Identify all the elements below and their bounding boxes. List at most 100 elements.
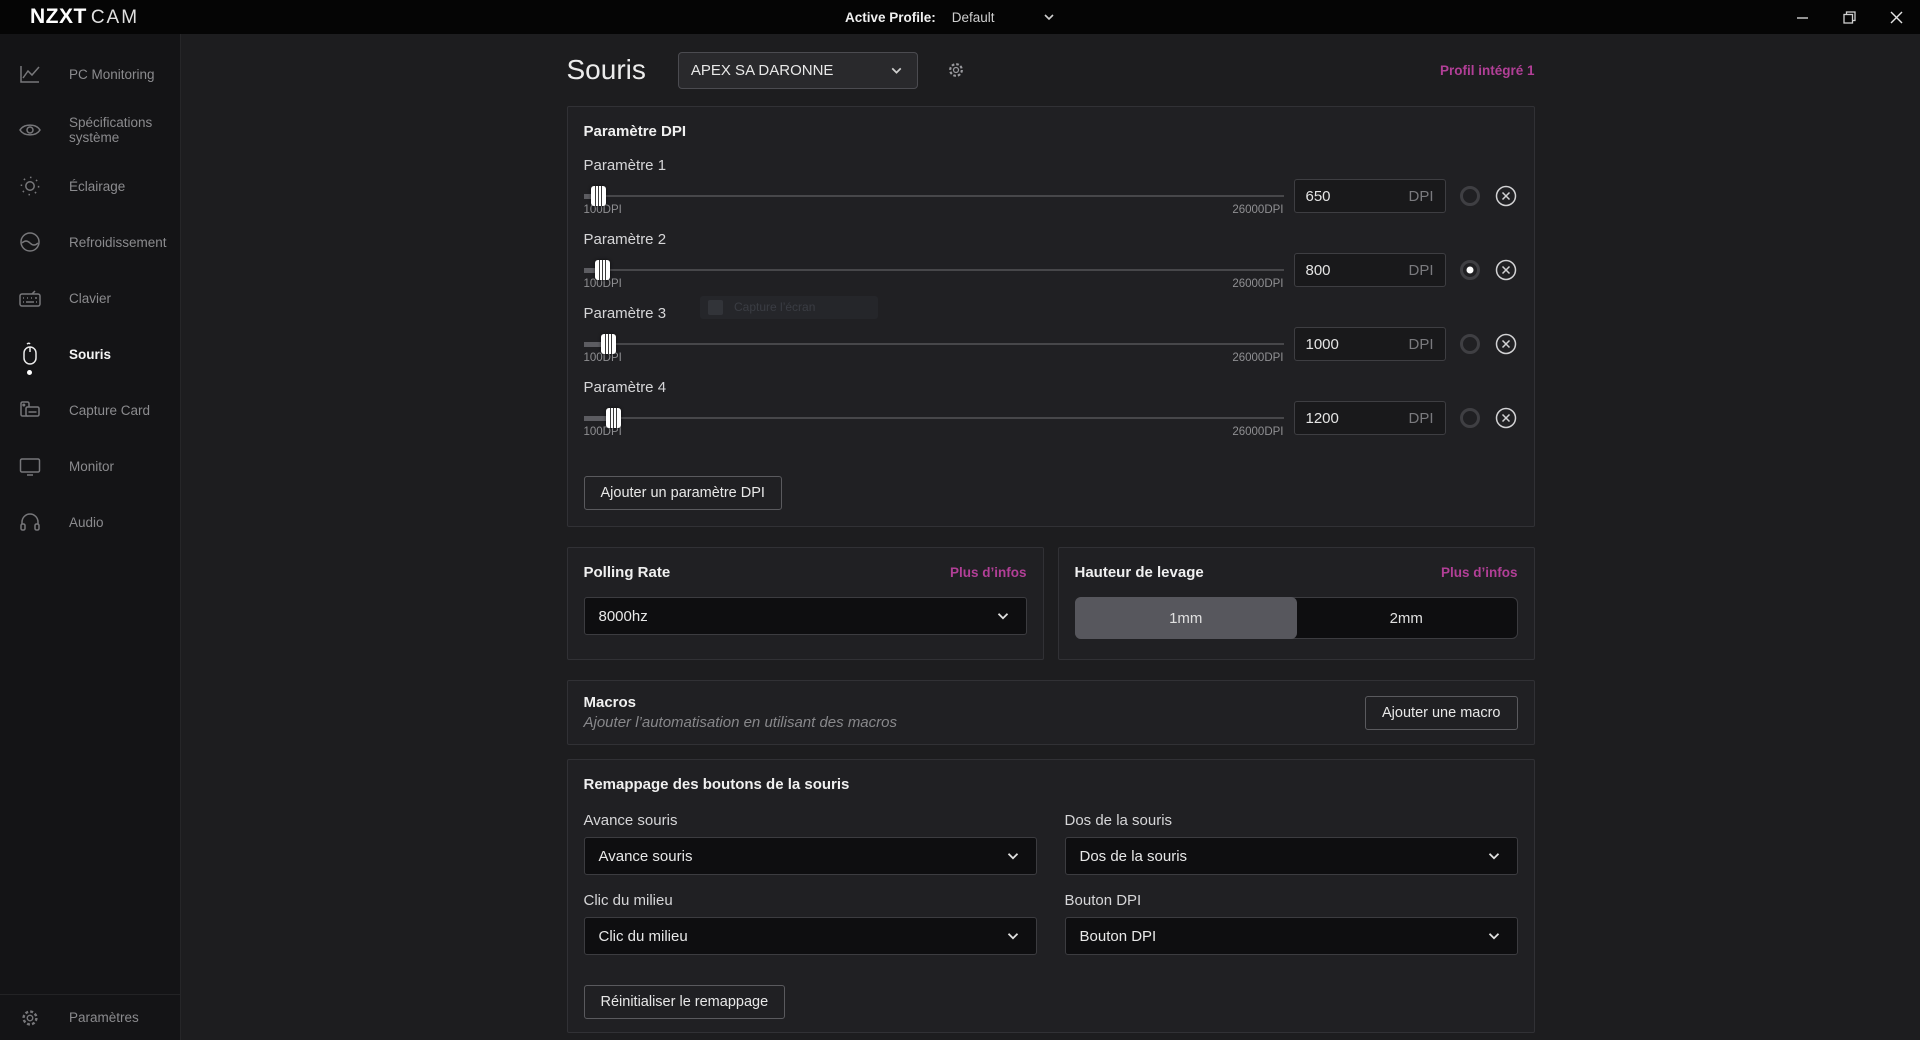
slider-handle[interactable] xyxy=(601,334,616,354)
chevron-down-icon xyxy=(1485,847,1503,865)
window-controls xyxy=(1779,0,1920,34)
sidebar-item-label: Éclairage xyxy=(69,179,125,194)
lift-height-panel: Hauteur de levage Plus d’infos 1mm 2mm xyxy=(1058,547,1535,660)
close-button[interactable] xyxy=(1873,0,1920,34)
sidebar-item-pc-monitoring[interactable]: PC Monitoring xyxy=(0,46,180,102)
dpi-value-input[interactable]: 650 DPI xyxy=(1294,179,1446,213)
remap-panel: Remappage des boutons de la souris Avanc… xyxy=(567,759,1535,1033)
device-select[interactable]: APEX SA DARONNE xyxy=(678,52,918,89)
sidebar-item-label: Spécifications système xyxy=(69,115,180,145)
minimize-button[interactable] xyxy=(1779,0,1826,34)
polling-rate-select[interactable]: 8000hz xyxy=(584,597,1027,635)
page-header: Souris APEX SA DARONNE Profil intégré 1 xyxy=(567,34,1535,90)
chevron-down-icon xyxy=(1004,927,1022,945)
remap-field-label: Clic du milieu xyxy=(584,891,1037,911)
lift-segment-2mm[interactable]: 2mm xyxy=(1295,597,1518,639)
dpi-remove-icon[interactable] xyxy=(1494,332,1518,356)
slider-track[interactable] xyxy=(584,269,1284,271)
dpi-value: 1200 xyxy=(1306,410,1339,427)
sidebar-item-specifications-systeme[interactable]: Spécifications système xyxy=(0,102,180,158)
dpi-panel-title: Paramètre DPI xyxy=(584,123,1518,140)
sidebar-item-eclairage[interactable]: Éclairage xyxy=(0,158,180,214)
dpi-remove-icon[interactable] xyxy=(1494,406,1518,430)
polling-rate-title: Polling Rate xyxy=(584,564,671,581)
sidebar-item-label: Audio xyxy=(69,515,104,530)
remap-select-bouton-dpi[interactable]: Bouton DPI xyxy=(1065,917,1518,955)
dpi-value-input[interactable]: 1000 DPI xyxy=(1294,327,1446,361)
macros-title: Macros xyxy=(584,694,898,711)
dpi-active-radio[interactable] xyxy=(1460,186,1480,206)
chevron-down-icon xyxy=(1004,847,1022,865)
remap-select-value: Bouton DPI xyxy=(1080,928,1157,945)
dpi-active-radio[interactable] xyxy=(1460,408,1480,428)
lift-height-toggle: 1mm 2mm xyxy=(1075,597,1518,639)
slider-track[interactable] xyxy=(584,195,1284,197)
dpi-slider[interactable]: 100DPI 26000DPI xyxy=(584,328,1284,364)
dpi-slider[interactable]: 100DPI 26000DPI xyxy=(584,254,1284,290)
sidebar-item-parametres[interactable]: Paramètres xyxy=(0,994,180,1040)
profile-badge[interactable]: Profil intégré 1 xyxy=(1440,63,1535,78)
device-settings-gear-icon[interactable] xyxy=(946,60,966,80)
dpi-value-input[interactable]: 1200 DPI xyxy=(1294,401,1446,435)
polling-more-info-link[interactable]: Plus d’infos xyxy=(950,565,1027,580)
add-macro-button[interactable]: Ajouter une macro xyxy=(1365,696,1517,730)
sidebar-item-clavier[interactable]: Clavier xyxy=(0,270,180,326)
dpi-active-radio[interactable] xyxy=(1460,260,1480,280)
dpi-setting-row: Paramètre 2 100DPI 26000DPI xyxy=(584,230,1518,290)
dpi-value-input[interactable]: 800 DPI xyxy=(1294,253,1446,287)
page-title: Souris xyxy=(567,54,646,86)
lift-segment-1mm[interactable]: 1mm xyxy=(1075,597,1298,639)
device-select-value: APEX SA DARONNE xyxy=(691,62,834,79)
slider-handle[interactable] xyxy=(606,408,621,428)
titlebar: NZXT CAM Active Profile: Default xyxy=(0,0,1920,34)
sidebar-item-label: Souris xyxy=(69,347,111,362)
reset-remap-button[interactable]: Réinitialiser le remappage xyxy=(584,985,786,1019)
remap-select-avance-souris[interactable]: Avance souris xyxy=(584,837,1037,875)
dpi-value: 800 xyxy=(1306,262,1331,279)
dpi-remove-icon[interactable] xyxy=(1494,258,1518,282)
chevron-down-icon xyxy=(994,607,1012,625)
dpi-active-radio[interactable] xyxy=(1460,334,1480,354)
sidebar: PC Monitoring Spécifications système Écl… xyxy=(0,34,181,1040)
dpi-panel: Paramètre DPI Paramètre 1 100DPI 26000DP… xyxy=(567,106,1535,527)
dpi-setting-row: Paramètre 3 100DPI 26000DPI xyxy=(584,304,1518,364)
active-profile-dropdown[interactable]: Active Profile: Default xyxy=(845,0,1057,34)
sidebar-item-label: Refroidissement xyxy=(69,235,167,250)
dpi-unit: DPI xyxy=(1408,262,1433,279)
remap-select-clic-du-milieu[interactable]: Clic du milieu xyxy=(584,917,1037,955)
dpi-remove-icon[interactable] xyxy=(1494,184,1518,208)
logo-cam: CAM xyxy=(91,7,139,29)
slider-handle[interactable] xyxy=(595,260,610,280)
sidebar-spacer xyxy=(0,550,180,994)
slider-track[interactable] xyxy=(584,343,1284,345)
active-profile-label: Active Profile: xyxy=(845,10,936,25)
sidebar-item-audio[interactable]: Audio xyxy=(0,494,180,550)
nzxt-cam-logo: NZXT CAM xyxy=(0,5,139,29)
dpi-unit: DPI xyxy=(1408,188,1433,205)
gear-icon xyxy=(18,1006,42,1030)
sidebar-item-souris[interactable]: Souris xyxy=(0,326,180,382)
remap-field-avance-souris: Avance souris Avance souris xyxy=(584,811,1037,875)
eye-icon xyxy=(18,118,42,142)
chevron-down-icon xyxy=(1041,9,1057,25)
sidebar-item-monitor[interactable]: Monitor xyxy=(0,438,180,494)
remap-field-label: Bouton DPI xyxy=(1065,891,1518,911)
chevron-down-icon xyxy=(888,62,905,79)
dpi-slider[interactable]: 100DPI 26000DPI xyxy=(584,402,1284,438)
remap-select-value: Dos de la souris xyxy=(1080,848,1188,865)
logo-nzxt: NZXT xyxy=(30,5,87,29)
add-dpi-setting-button[interactable]: Ajouter un paramètre DPI xyxy=(584,476,782,510)
sidebar-item-refroidissement[interactable]: Refroidissement xyxy=(0,214,180,270)
lift-more-info-link[interactable]: Plus d’infos xyxy=(1441,565,1518,580)
polling-rate-panel: Polling Rate Plus d’infos 8000hz xyxy=(567,547,1044,660)
slider-track[interactable] xyxy=(584,417,1284,419)
slider-handle[interactable] xyxy=(591,186,606,206)
remap-field-label: Avance souris xyxy=(584,811,1037,831)
dpi-slider[interactable]: 100DPI 26000DPI xyxy=(584,180,1284,216)
dpi-setting-label: Paramètre 1 xyxy=(584,156,1518,176)
remap-field-dos-de-la-souris: Dos de la souris Dos de la souris xyxy=(1065,811,1518,875)
dpi-setting-label: Paramètre 4 xyxy=(584,378,1518,398)
sidebar-item-capture-card[interactable]: Capture Card xyxy=(0,382,180,438)
remap-select-dos-de-la-souris[interactable]: Dos de la souris xyxy=(1065,837,1518,875)
restore-button[interactable] xyxy=(1826,0,1873,34)
